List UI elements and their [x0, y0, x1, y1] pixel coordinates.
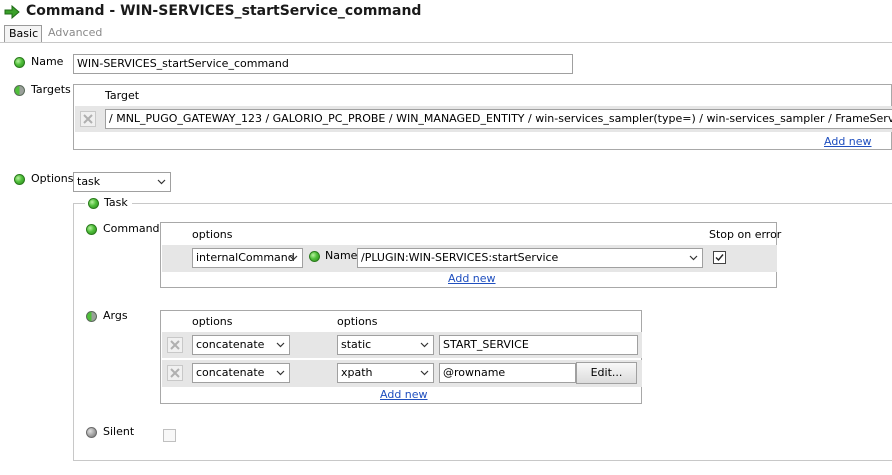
targets-column-header: Target — [105, 89, 140, 102]
commands-options-header: options — [192, 228, 233, 241]
targets-label: Targets — [31, 83, 71, 96]
arg-type-value: concatenate — [196, 338, 265, 351]
delete-arg-button[interactable] — [167, 365, 183, 381]
title-bar: Command - WIN-SERVICES_startService_comm… — [0, 0, 892, 24]
arg-type-select[interactable]: concatenate — [192, 335, 290, 355]
task-fieldset-border — [73, 460, 892, 461]
arg-source-select[interactable]: static — [337, 335, 434, 355]
stop-on-error-checkbox[interactable] — [713, 251, 726, 264]
task-legend: Task — [104, 196, 128, 209]
status-partial-icon — [86, 311, 97, 322]
command-type-value: internalCommand — [196, 251, 295, 264]
targets-panel: Target / MNL_PUGO_GATEWAY_123 / GALORIO_… — [73, 84, 892, 150]
silent-checkbox[interactable] — [163, 429, 176, 442]
status-inactive-icon — [86, 427, 97, 438]
close-icon — [83, 114, 93, 124]
status-ok-icon — [14, 57, 25, 68]
silent-label: Silent — [103, 425, 135, 438]
commands-panel: options Stop on error internalCommand Na… — [160, 222, 781, 288]
task-fieldset-border — [132, 203, 892, 204]
commands-add-new-link[interactable]: Add new — [448, 272, 496, 285]
args-options-header-2: options — [337, 315, 378, 328]
stop-on-error-header: Stop on error — [709, 228, 782, 241]
status-ok-icon — [88, 198, 99, 209]
chevron-down-icon — [276, 370, 285, 376]
chevron-down-icon — [289, 255, 298, 261]
arg-source-select[interactable]: xpath — [337, 363, 434, 383]
tab-advanced[interactable]: Advanced — [44, 25, 104, 43]
targets-add-new-link[interactable]: Add new — [824, 135, 872, 148]
status-partial-icon — [14, 85, 25, 96]
arg-source-value: static — [341, 338, 372, 351]
status-ok-icon — [86, 224, 97, 235]
tab-basic[interactable]: Basic — [4, 25, 42, 43]
args-options-header-1: options — [192, 315, 233, 328]
close-icon — [170, 340, 180, 350]
status-ok-icon — [309, 251, 320, 262]
args-panel: options options concatenate static START… — [160, 310, 642, 404]
arg-value-input[interactable]: START_SERVICE — [439, 335, 638, 355]
options-label: Options — [31, 172, 74, 185]
target-path-input[interactable]: / MNL_PUGO_GATEWAY_123 / GALORIO_PC_PROB… — [105, 109, 892, 129]
edit-button[interactable]: Edit... — [576, 362, 637, 384]
task-fieldset-border — [73, 203, 85, 204]
name-input[interactable]: WIN-SERVICES_startService_command — [73, 54, 573, 74]
checkmark-icon — [715, 254, 724, 262]
name-label: Name — [31, 55, 64, 68]
command-name-select[interactable]: /PLUGIN:WIN-SERVICES:startService — [357, 248, 703, 268]
chevron-down-icon — [420, 342, 429, 348]
command-name-value: /PLUGIN:WIN-SERVICES:startService — [361, 251, 559, 264]
delete-arg-button[interactable] — [167, 337, 183, 353]
task-fieldset-border — [73, 203, 74, 460]
args-add-new-link[interactable]: Add new — [380, 388, 428, 401]
chevron-down-icon — [420, 370, 429, 376]
arg-source-value: xpath — [341, 366, 373, 379]
close-icon — [170, 368, 180, 378]
arg-type-select[interactable]: concatenate — [192, 363, 290, 383]
command-type-select[interactable]: internalCommand — [192, 248, 303, 268]
delete-target-button[interactable] — [80, 111, 96, 127]
commands-label: Commands — [103, 222, 166, 235]
options-select[interactable]: task — [73, 172, 171, 192]
command-name-label: Name — [325, 249, 358, 262]
options-select-value: task — [77, 175, 101, 188]
arrow-right-icon — [4, 5, 20, 19]
window-title: Command - WIN-SERVICES_startService_comm… — [26, 3, 422, 19]
tab-divider — [0, 42, 892, 43]
args-label: Args — [103, 309, 128, 322]
arg-value-input[interactable]: @rowname — [439, 363, 576, 383]
status-ok-icon — [14, 174, 25, 185]
chevron-down-icon — [689, 255, 698, 261]
chevron-down-icon — [276, 342, 285, 348]
arg-type-value: concatenate — [196, 366, 265, 379]
chevron-down-icon — [157, 179, 166, 185]
